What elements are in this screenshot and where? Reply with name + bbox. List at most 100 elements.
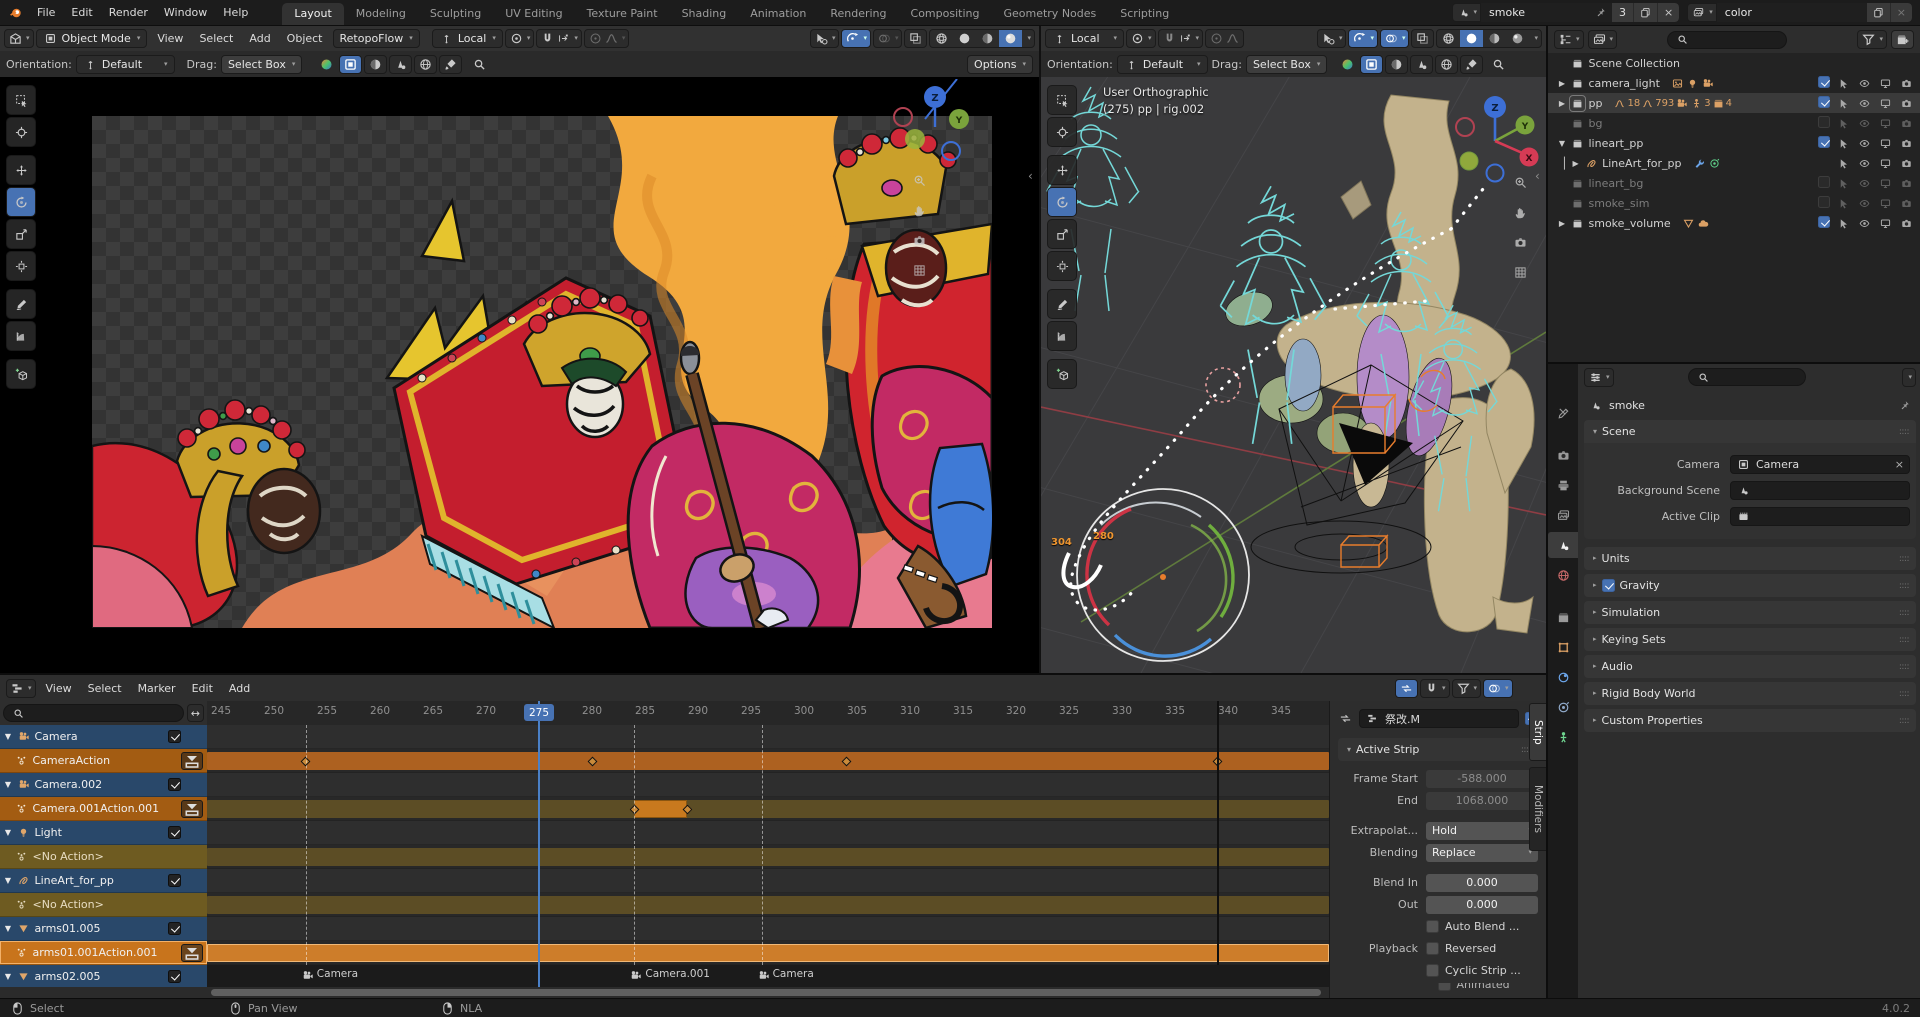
camera-photo-icon[interactable]	[1899, 116, 1914, 131]
viewport-menu-object[interactable]: Object	[279, 26, 331, 51]
active-strip-panel-header[interactable]: ▾Active Strip::::	[1338, 738, 1538, 761]
gizmos-button-2[interactable]: ▾	[1348, 29, 1378, 48]
tool-scale[interactable]	[1047, 219, 1077, 249]
eye-icon[interactable]	[1857, 76, 1872, 91]
cursor-icon[interactable]	[1836, 136, 1851, 151]
tool-annotate[interactable]	[6, 289, 36, 319]
playhead-frame-badge[interactable]: 275	[524, 704, 554, 721]
properties-tab-data[interactable]	[1548, 724, 1578, 750]
nla-timeline-row-light[interactable]	[207, 821, 1329, 845]
screen-icon[interactable]	[1878, 136, 1893, 151]
properties-tab-world[interactable]	[1548, 562, 1578, 588]
nla-search-input[interactable]	[3, 704, 184, 722]
camera-photo-icon[interactable]	[1899, 136, 1914, 151]
nla-timeline-striprow-1[interactable]	[207, 749, 1329, 773]
orientation-dropdown-2[interactable]: Default▾	[1117, 55, 1208, 74]
marker-camera.001-284[interactable]: Camera.001	[628, 968, 710, 983]
nla-timeline-striprow-7[interactable]	[207, 893, 1329, 917]
scene-new-button[interactable]	[1633, 3, 1657, 22]
expand-arrow[interactable]: ▶	[1554, 79, 1570, 88]
cursor-icon[interactable]	[1836, 76, 1851, 91]
pan-hand-icon[interactable]	[912, 203, 927, 220]
eye-icon[interactable]	[1857, 216, 1872, 231]
pivot-point-button-2[interactable]: ▾	[1126, 29, 1156, 48]
screen-icon[interactable]	[1878, 156, 1893, 171]
properties-tab-render[interactable]	[1548, 442, 1578, 468]
nla-strip-bar[interactable]	[634, 800, 687, 818]
nla-menu-view[interactable]: View	[38, 675, 80, 701]
shading-wireframe-button[interactable]	[930, 30, 953, 47]
workspace-tab-compositing[interactable]: Compositing	[899, 3, 992, 25]
outliner-row-scene-collection[interactable]: Scene Collection	[1548, 53, 1920, 73]
nla-strip-bar[interactable]	[207, 800, 1329, 818]
menu-render[interactable]: Render	[101, 0, 156, 25]
brush-button-2[interactable]	[1460, 55, 1483, 74]
render-checkbox[interactable]	[1818, 136, 1830, 148]
panel-rigid-body-world[interactable]: ▸Rigid Body World::::	[1584, 682, 1916, 705]
workspace-tab-uv-editing[interactable]: UV Editing	[493, 3, 574, 25]
cursor-icon[interactable]	[1836, 96, 1851, 111]
shading-solid-button-2[interactable]	[1460, 30, 1483, 47]
drag-dropdown-2[interactable]: Select Box▾	[1246, 55, 1327, 74]
outliner-row-lineart_pp[interactable]: ▼ lineart_pp	[1548, 133, 1920, 153]
transform-orientation-dropdown[interactable]: Local▾	[432, 29, 503, 48]
nla-strip-track-no action[interactable]: <No Action>	[0, 845, 207, 869]
eye-icon[interactable]	[1857, 136, 1872, 151]
material-preview-icon-2[interactable]	[1337, 55, 1358, 74]
scene-browse-button[interactable]: ▾	[1452, 3, 1482, 22]
nla-menu-add[interactable]: Add	[221, 675, 258, 701]
expand-arrow[interactable]: ▼	[0, 972, 16, 981]
nav-gizmo-left[interactable]: Z Y	[875, 79, 1035, 249]
select-dropdown[interactable]: Hold▾	[1426, 822, 1538, 840]
screen-icon[interactable]	[1878, 76, 1893, 91]
properties-tab-view-layer[interactable]	[1548, 502, 1578, 528]
camera-photo-icon[interactable]	[1899, 156, 1914, 171]
half-ball-button-2[interactable]	[1385, 55, 1408, 74]
outliner-filter-button[interactable]: ▾	[1857, 30, 1887, 49]
tool-transform[interactable]	[1047, 251, 1077, 281]
properties-tab-object[interactable]	[1548, 634, 1578, 660]
camera-photo-icon[interactable]	[1899, 216, 1914, 231]
viewport-menu-add[interactable]: Add	[241, 26, 278, 51]
outliner-row-pp[interactable]: ▶ pp1879334	[1548, 93, 1920, 113]
checkbox-row[interactable]: Auto Blend ...	[1426, 918, 1538, 936]
outliner-row-bg[interactable]: bg	[1548, 113, 1920, 133]
tool-rotate[interactable]	[6, 187, 36, 217]
cursor-icon[interactable]	[1836, 216, 1851, 231]
zoom-icon[interactable]	[912, 173, 927, 190]
tool-measure[interactable]	[6, 321, 36, 351]
track-enable-checkbox[interactable]	[168, 826, 181, 839]
render-checkbox[interactable]	[1818, 116, 1830, 128]
workspace-tab-geometry-nodes[interactable]: Geometry Nodes	[991, 3, 1108, 25]
outliner-row-camera_light[interactable]: ▶ camera_light	[1548, 73, 1920, 93]
scene-ball-button[interactable]	[389, 55, 412, 74]
tool-transform[interactable]	[6, 251, 36, 281]
tool-select-box[interactable]	[1047, 85, 1077, 115]
tab-strip[interactable]: Strip	[1529, 703, 1546, 761]
visibility-button-2[interactable]: ▾	[1317, 29, 1347, 48]
half-ball-button[interactable]	[364, 55, 387, 74]
workspace-tab-rendering[interactable]: Rendering	[818, 3, 898, 25]
tool-select-box[interactable]	[6, 85, 36, 115]
tool-move[interactable]	[1047, 155, 1077, 185]
camera-photo-icon[interactable]	[1899, 196, 1914, 211]
visibility-button[interactable]: ▾	[810, 29, 840, 48]
tool-measure[interactable]	[1047, 321, 1077, 351]
tool-scale[interactable]	[6, 219, 36, 249]
eye-icon[interactable]	[1857, 96, 1872, 111]
tool-annotate[interactable]	[1047, 289, 1077, 319]
viewport-right-canvas[interactable]: User Orthographic (275) pp | rig.002 304…	[1041, 77, 1546, 673]
menu-help[interactable]: Help	[215, 0, 256, 25]
checkbox-row[interactable]: Cyclic Strip ...	[1426, 962, 1538, 980]
select-mask-button[interactable]	[339, 55, 362, 74]
expand-arrow[interactable]: ▶	[1568, 159, 1584, 168]
camera-view-icon[interactable]	[912, 233, 927, 250]
cursor-icon[interactable]	[1836, 176, 1851, 191]
pan-hand-icon-2[interactable]	[1513, 205, 1528, 222]
scene-unlink-button[interactable]: ×	[1657, 3, 1679, 22]
tool-rotate[interactable]	[1047, 187, 1077, 217]
nla-strip-bar[interactable]	[207, 848, 1329, 866]
marker-camera-253[interactable]: Camera	[300, 968, 358, 983]
tool-move[interactable]	[6, 155, 36, 185]
expand-arrow[interactable]: ▼	[1554, 139, 1570, 148]
